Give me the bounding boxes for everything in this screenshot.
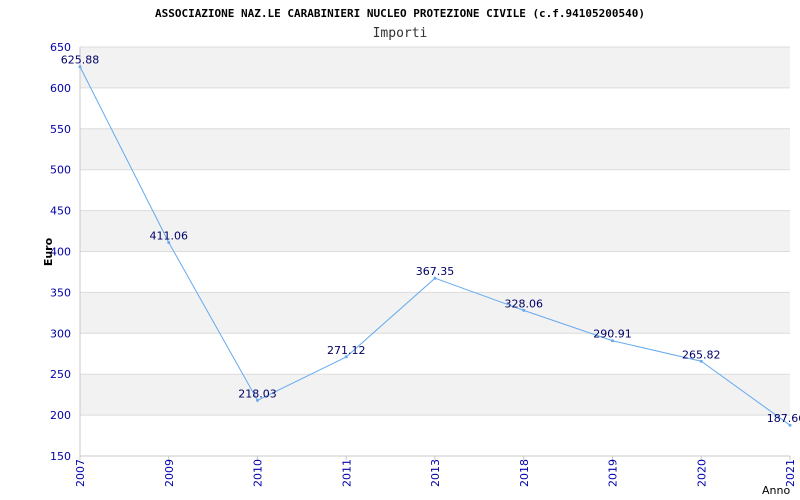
x-axis-ticks: 2007 2009 2010 2011 2013 2018 2019 2020 2021 <box>74 456 797 487</box>
x-tick-label: 2013 <box>429 459 442 487</box>
x-tick-label: 2018 <box>518 459 531 487</box>
x-tick-label: 2020 <box>695 459 708 487</box>
x-tick-label: 2019 <box>607 459 620 487</box>
y-tick-label: 650 <box>50 41 71 54</box>
data-label: 271.12 <box>327 344 366 357</box>
x-tick-label: 2009 <box>163 459 176 487</box>
x-axis-label: Anno <box>762 484 790 497</box>
data-label: 187.66 <box>767 412 800 425</box>
x-tick-label: 2007 <box>74 459 87 487</box>
y-tick-label: 150 <box>50 450 71 463</box>
data-label: 218.03 <box>238 387 277 400</box>
data-label: 290.91 <box>593 328 632 341</box>
data-label: 411.06 <box>150 229 189 242</box>
grid-band <box>80 415 790 456</box>
line-chart: ASSOCIAZIONE NAZ.LE CARABINIERI NUCLEO P… <box>42 7 800 497</box>
data-label: 265.82 <box>682 348 721 361</box>
grid-band <box>80 169 790 211</box>
x-tick-label: 2021 <box>784 459 797 487</box>
grid-band <box>80 292 790 334</box>
x-tick-label: 2011 <box>340 459 353 487</box>
grid-band <box>80 374 790 416</box>
y-tick-label: 300 <box>50 327 71 340</box>
y-tick-label: 600 <box>50 82 71 95</box>
data-label: 625.88 <box>61 54 100 67</box>
y-tick-label: 250 <box>50 368 71 381</box>
x-tick-label: 2010 <box>252 459 265 487</box>
data-label: 367.35 <box>416 265 455 278</box>
y-tick-label: 350 <box>50 286 71 299</box>
y-tick-label: 500 <box>50 164 71 177</box>
y-tick-label: 450 <box>50 205 71 218</box>
chart-subtitle: Importi <box>373 26 428 41</box>
data-label: 328.06 <box>505 297 544 310</box>
y-tick-label: 550 <box>50 123 71 136</box>
grid-band <box>80 87 790 129</box>
grid-band <box>80 128 790 170</box>
chart-title: ASSOCIAZIONE NAZ.LE CARABINIERI NUCLEO P… <box>155 7 645 20</box>
y-tick-label: 200 <box>50 409 71 422</box>
grid-band <box>80 47 790 88</box>
y-axis-label: Euro <box>42 237 55 266</box>
